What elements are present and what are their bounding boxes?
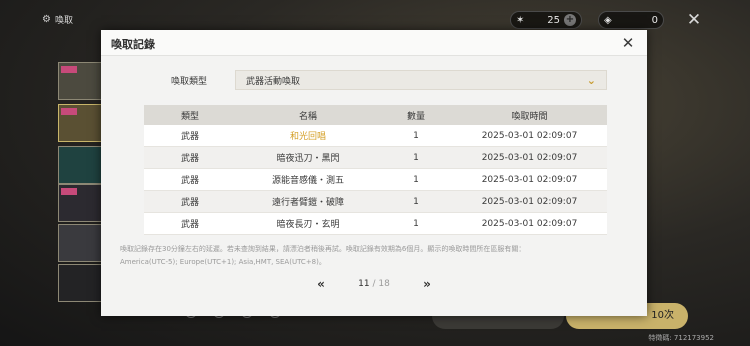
- header-count: 數量: [406, 111, 425, 122]
- table-row: 武器 和光回唱 1 2025-03-01 02:09:07: [144, 125, 607, 147]
- header-time: 喚取時間: [511, 111, 548, 122]
- tide-value: 0: [651, 14, 658, 26]
- cell-type: 武器: [180, 132, 199, 142]
- cell-time: 2025-03-01 02:09:07: [481, 130, 578, 141]
- tide-currency[interactable]: ◈ 0: [598, 11, 664, 29]
- banner-tab[interactable]: [58, 104, 102, 142]
- banner-tab[interactable]: [58, 146, 102, 184]
- modal-title: 喚取記錄: [111, 38, 155, 51]
- cell-time: 2025-03-01 02:09:07: [481, 152, 578, 163]
- cell-count: 1: [413, 174, 419, 185]
- table-row: 武器 暗夜迅刀・黑閃 1 2025-03-01 02:09:07: [144, 147, 607, 169]
- banner-tab[interactable]: [58, 264, 102, 302]
- filter-label: 喚取類型: [171, 77, 208, 87]
- close-icon[interactable]: ✕: [684, 10, 704, 30]
- table-header: 類型 名稱 數量 喚取時間: [144, 105, 607, 125]
- modal-header: 喚取記錄 ✕: [101, 30, 647, 56]
- convene-type-select[interactable]: 武器活動喚取 ⌄: [235, 70, 607, 90]
- cell-time: 2025-03-01 02:09:07: [481, 196, 578, 207]
- cell-name: 暗夜迅刀・黑閃: [276, 154, 340, 164]
- add-currency-button[interactable]: +: [564, 14, 576, 26]
- current-page: 11: [358, 279, 370, 289]
- table-row: 武器 源能音感儀・測五 1 2025-03-01 02:09:07: [144, 169, 607, 191]
- cell-count: 1: [413, 152, 419, 163]
- cell-time: 2025-03-01 02:09:07: [481, 174, 578, 185]
- cell-count: 1: [413, 218, 419, 229]
- convene-history-modal: 喚取記錄 ✕ 喚取類型 武器活動喚取 ⌄ 類型 名稱 數量 喚取時間 武器 和光…: [101, 30, 647, 316]
- page-indicator: 11 / 18: [358, 279, 390, 289]
- astrite-currency[interactable]: ✶ 25 +: [510, 11, 582, 29]
- prev-page-icon[interactable]: «: [314, 277, 328, 291]
- cell-time: 2025-03-01 02:09:07: [481, 218, 578, 229]
- screen-title-label: 喚取: [54, 16, 73, 26]
- table-row: 武器 暗夜長刃・玄明 1 2025-03-01 02:09:07: [144, 213, 607, 235]
- gear-icon: ⚙: [42, 14, 51, 25]
- history-table: 類型 名稱 數量 喚取時間 武器 和光回唱 1 2025-03-01 02:09…: [144, 105, 607, 235]
- star-icon: ✶: [516, 14, 525, 26]
- cell-type: 武器: [180, 220, 199, 230]
- banner-tag: [61, 66, 77, 73]
- cell-type: 武器: [180, 198, 199, 208]
- cell-count: 1: [413, 196, 419, 207]
- header-name: 名稱: [298, 111, 317, 122]
- banner-tab[interactable]: [58, 224, 102, 262]
- notice-line-1: 喚取記錄存在30分鐘左右的延遲。若未查詢到結果，請漂泊者稍後再試。喚取記錄有效期…: [120, 245, 526, 253]
- cell-count: 1: [413, 130, 419, 141]
- close-icon[interactable]: ✕: [618, 33, 638, 53]
- cell-type: 武器: [180, 176, 199, 186]
- banner-tag: [61, 108, 77, 115]
- screen-title: ⚙ 喚取: [42, 13, 73, 26]
- banner-tab[interactable]: [58, 62, 102, 100]
- cell-name: 暗夜長刃・玄明: [276, 220, 340, 230]
- total-pages: 18: [378, 279, 390, 289]
- uid-label: 特徵碼: 712173952: [648, 334, 714, 342]
- next-page-icon[interactable]: »: [420, 277, 434, 291]
- banner-tag: [61, 188, 77, 195]
- astrite-value: 25: [547, 14, 560, 26]
- convene-type-value: 武器活動喚取: [246, 76, 301, 87]
- table-row: 武器 遠行者臂鎧・破障 1 2025-03-01 02:09:07: [144, 191, 607, 213]
- header-type: 類型: [180, 111, 199, 122]
- cell-name: 遠行者臂鎧・破障: [271, 198, 344, 208]
- cell-name: 和光回唱: [289, 132, 326, 142]
- page-separator: /: [372, 279, 376, 289]
- pagination: « 11 / 18 »: [314, 276, 434, 292]
- top-bar: ⚙ 喚取 ✶ 25 + ◈ 0 ✕: [0, 0, 750, 34]
- cell-type: 武器: [180, 154, 199, 164]
- chevron-down-icon: ⌄: [586, 73, 596, 87]
- banner-tab[interactable]: [58, 184, 102, 222]
- delay-notice: 喚取記錄存在30分鐘左右的延遲。若未查詢到結果，請漂泊者稍後再試。喚取記錄有效期…: [120, 243, 630, 269]
- notice-line-2: America(UTC-5); Europe(UTC+1); Asia,HMT,…: [120, 258, 326, 266]
- cell-name: 源能音感儀・測五: [271, 176, 344, 186]
- tide-icon: ◈: [604, 14, 612, 26]
